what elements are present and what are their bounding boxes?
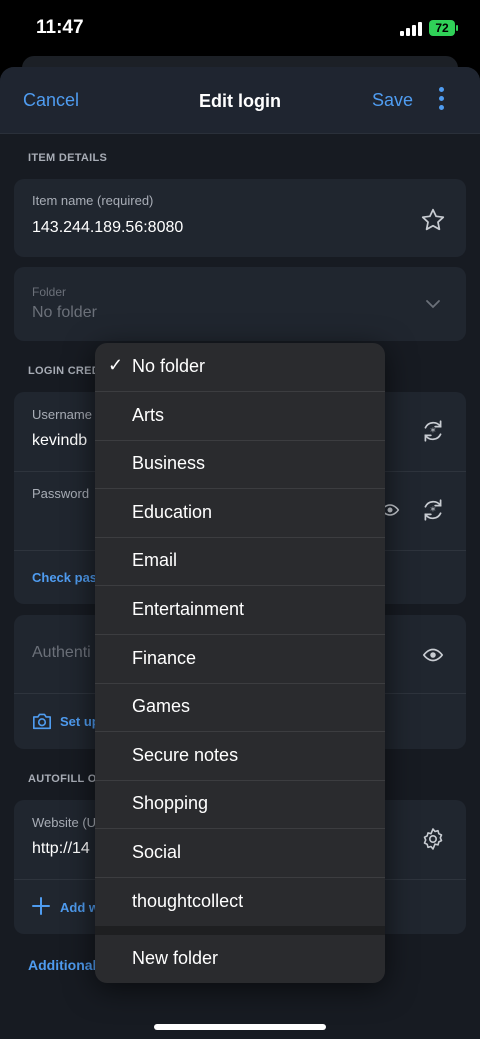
website-label: Website (U (32, 815, 97, 830)
password-label: Password (32, 486, 90, 501)
folder-option-label: No folder (132, 356, 206, 376)
home-indicator[interactable] (154, 1024, 326, 1030)
folder-option-label: Games (132, 696, 191, 717)
folder-option[interactable]: thoughtcollect (95, 878, 385, 927)
status-bar: 11:47 72 (0, 0, 480, 58)
folder-option[interactable]: Games (95, 683, 385, 733)
camera-icon[interactable] (32, 712, 52, 730)
username-label: Username (32, 407, 92, 422)
battery-tip (456, 25, 458, 31)
folder-option-label: Arts (132, 404, 165, 425)
item-name-card[interactable]: Item name (required) 143.244.189.56:8080 (14, 179, 466, 257)
folder-option[interactable]: ✓ No folder (95, 343, 385, 392)
svg-text:*: * (430, 425, 436, 438)
status-time: 11:47 (36, 17, 84, 38)
authenticator-key-input[interactable]: Authenti (32, 644, 91, 662)
battery-indicator: 72 (429, 20, 455, 36)
username-value[interactable]: kevindb (32, 432, 87, 450)
generate-password-icon[interactable]: * (420, 497, 446, 523)
add-website-link[interactable]: Add w (60, 900, 99, 915)
cellular-signal-icon (400, 22, 422, 36)
nav-bar: Cancel Edit login Save (0, 67, 480, 134)
check-password-link[interactable]: Check pas (32, 570, 97, 585)
folder-option-label: Secure notes (132, 744, 239, 765)
folder-card[interactable]: Folder No folder (14, 267, 466, 341)
gear-icon[interactable] (421, 827, 445, 851)
show-key-icon[interactable] (422, 644, 444, 666)
folder-option[interactable]: Shopping (95, 780, 385, 830)
folder-option-label: Education (132, 501, 213, 522)
section-item-details: ITEM DETAILS (28, 152, 108, 164)
website-value[interactable]: http://14 (32, 840, 90, 858)
folder-option[interactable]: Social (95, 829, 385, 878)
generate-username-icon[interactable]: * (420, 418, 446, 444)
save-button[interactable]: Save (372, 90, 413, 111)
checkmark-icon: ✓ (108, 355, 124, 375)
folder-option-label: Email (132, 550, 178, 571)
new-folder-label: New folder (132, 948, 219, 968)
folder-option-label: thoughtcollect (132, 890, 244, 911)
section-login-credentials: LOGIN CRED (28, 365, 101, 377)
chevron-down-icon[interactable] (425, 296, 441, 312)
menu-separator (95, 926, 385, 935)
folder-value: No folder (32, 304, 97, 321)
folder-option-label: Social (132, 842, 182, 862)
section-autofill-options: AUTOFILL O (28, 773, 97, 785)
more-options-icon[interactable] (438, 87, 446, 113)
folder-option[interactable]: Secure notes (95, 732, 385, 781)
folder-option-label: Entertainment (132, 599, 245, 619)
plus-icon[interactable] (32, 897, 50, 915)
folder-option[interactable]: Entertainment (95, 586, 385, 635)
folder-dropdown-menu: ✓ No folder Arts Business Education Email Ente… (95, 343, 385, 983)
folder-label: Folder (32, 285, 67, 299)
set-up-totp-link[interactable]: Set up (60, 714, 100, 729)
folder-option-label: Finance (132, 647, 197, 668)
item-name-label: Item name (required) (32, 193, 154, 208)
new-folder-option[interactable]: New folder (95, 935, 385, 983)
battery-level: 72 (435, 21, 449, 35)
additional-options-link[interactable]: Additional (28, 957, 96, 973)
folder-option[interactable]: Arts (95, 392, 385, 441)
folder-option[interactable]: Email (95, 537, 385, 587)
folder-option-label: Shopping (132, 793, 209, 814)
folder-option[interactable]: Finance (95, 635, 385, 684)
folder-option-label: Business (132, 453, 206, 474)
item-name-value[interactable]: 143.244.189.56:8080 (32, 219, 183, 237)
folder-option[interactable]: Education (95, 489, 385, 538)
folder-option[interactable]: Business (95, 440, 385, 490)
star-icon[interactable] (420, 207, 446, 233)
svg-text:*: * (430, 504, 436, 517)
